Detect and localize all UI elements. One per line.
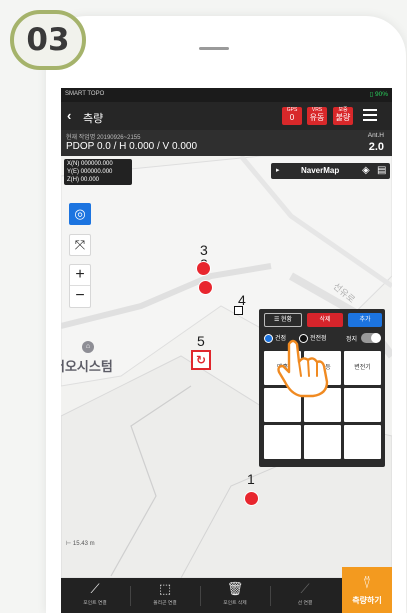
stop-toggle[interactable]	[361, 333, 381, 343]
point-delete-button[interactable]: 🗑 포인트 삭제	[205, 578, 265, 613]
measure-label: 측량하기	[352, 596, 382, 605]
radio-checked-icon	[264, 333, 273, 343]
measure-button[interactable]: ⍢ 측량하기	[342, 567, 392, 613]
job-name: 현재 작업명 20190926~2155	[66, 135, 141, 141]
building-label: 더오시스텀	[61, 359, 113, 374]
app-header: ‹ 측량 GPS 0 VRS 유동 보증 불량	[61, 102, 392, 130]
add-button[interactable]: 추가	[348, 313, 382, 327]
tap-gesture-icon	[277, 339, 329, 398]
current-status-label: 현황	[281, 317, 293, 323]
expand-icon: ⤧	[74, 237, 86, 252]
page-title: 측량	[83, 113, 104, 125]
pdop-readout: PDOP 0.0 / H 0.000 / V 0.000	[66, 141, 198, 152]
code-cell[interactable]: 변전기	[344, 351, 381, 385]
trash-icon: 🗑	[226, 581, 244, 596]
zoom-in-button[interactable]: +	[70, 265, 90, 286]
coord-z: Z(H) 00.000	[67, 177, 100, 183]
quality-value: 불량	[335, 113, 351, 122]
current-position-marker[interactable]: ↻	[191, 350, 211, 370]
survey-point-marker[interactable]	[196, 261, 211, 276]
point-label: 1	[247, 471, 255, 487]
building-icon: ⌂	[82, 341, 94, 353]
coord-x: X(N) 000000.000	[67, 161, 113, 167]
bottom-toolbar: ⟋ 포인트 연결 ⬚ 폴리곤 연결 🗑 포인트 삭제 ⟋ 선 연결 ⍢ 측량하기	[61, 567, 392, 613]
line-disabled-icon: ⟋	[300, 581, 310, 596]
locate-me-button[interactable]: ◎	[69, 203, 91, 225]
code-cell[interactable]	[304, 425, 341, 459]
zoom-out-button[interactable]: −	[70, 286, 90, 307]
coordinate-readout: X(N) 000000.000 Y(E) 000000.000 Z(H) 00.…	[64, 159, 132, 185]
fullscreen-button[interactable]: ⤧	[69, 234, 91, 256]
hamburger-menu-icon[interactable]	[363, 109, 377, 121]
caret-right-icon[interactable]: ▸	[276, 166, 280, 174]
battery-indicator: ▯ 90%	[369, 91, 388, 98]
polygon-connect-button[interactable]: ⬚ 폴리곤 연결	[135, 578, 195, 613]
zoom-control: + −	[69, 264, 91, 308]
code-cell[interactable]	[264, 425, 301, 459]
delete-button[interactable]: 삭제	[307, 313, 343, 327]
toolbar-divider	[270, 586, 271, 606]
polygon-connect-icon: ⬚	[158, 581, 172, 596]
toolbar-label: 폴리곤 연결	[153, 601, 177, 606]
toolbar-divider	[200, 586, 201, 606]
toolbar-label: 포인트 연결	[83, 601, 107, 606]
stop-label: 정지	[346, 337, 358, 343]
toolbar-label: 포인트 삭제	[223, 601, 247, 606]
line-connect-icon: ⟋	[90, 581, 100, 596]
map-source-label[interactable]: NaverMap	[301, 166, 339, 175]
line-connect-button[interactable]: ⟋ 선 연결	[275, 578, 335, 613]
antenna-height-value[interactable]: 2.0	[369, 141, 384, 153]
survey-point-marker[interactable]	[234, 306, 243, 315]
coord-y: Y(E) 000000.000	[67, 169, 113, 175]
vrs-status-box[interactable]: VRS 유동	[307, 107, 327, 125]
survey-pin-icon: ⍢	[362, 575, 372, 591]
layers-icon[interactable]: ◈	[362, 165, 370, 176]
app-screen: SMART TOPO ▯ 90% ‹ 측량 GPS 0 VRS 유동 보증 불량…	[61, 88, 392, 613]
code-cell[interactable]	[344, 388, 381, 422]
quality-status-box[interactable]: 보증 불량	[333, 107, 353, 125]
vrs-value: 유동	[309, 113, 325, 122]
step-number: 03	[26, 22, 70, 58]
step-badge: 03	[10, 10, 86, 70]
battery-level: 90%	[374, 91, 388, 98]
toolbar-divider	[130, 586, 131, 606]
chevron-left-icon[interactable]: ‹	[67, 108, 71, 123]
status-app-name: SMART TOPO	[65, 91, 105, 97]
map-canvas[interactable]: X(N) 000000.000 Y(E) 000000.000 Z(H) 00.…	[61, 156, 392, 578]
gps-value: 0	[289, 113, 295, 122]
scale-bar: ⊢ 15.43 m	[66, 541, 95, 547]
crosshair-icon: ◎	[74, 206, 86, 221]
reload-icon: ↻	[195, 353, 207, 367]
survey-point-marker[interactable]	[244, 491, 259, 506]
scale-label: 15.43 m	[72, 541, 95, 547]
survey-point-marker[interactable]	[198, 280, 213, 295]
antenna-height-label: Ant.H	[367, 132, 384, 139]
gps-status-box[interactable]: GPS 0	[282, 107, 302, 125]
code-cell[interactable]	[344, 425, 381, 459]
toolbar-label: 선 연결	[297, 601, 313, 606]
point-connect-button[interactable]: ⟋ 포인트 연결	[65, 578, 125, 613]
current-status-button[interactable]: ☰ 현황	[264, 313, 302, 327]
map-source-bar[interactable]: ▸ NaverMap ◈ ▤	[271, 163, 390, 179]
point-label: 5	[197, 333, 205, 349]
phone-speaker	[199, 47, 229, 50]
status-bar: SMART TOPO ▯ 90%	[61, 88, 392, 102]
info-bar: 현재 작업명 20190926~2155 PDOP 0.0 / H 0.000 …	[61, 130, 392, 156]
document-list-icon[interactable]: ▤	[377, 165, 386, 176]
